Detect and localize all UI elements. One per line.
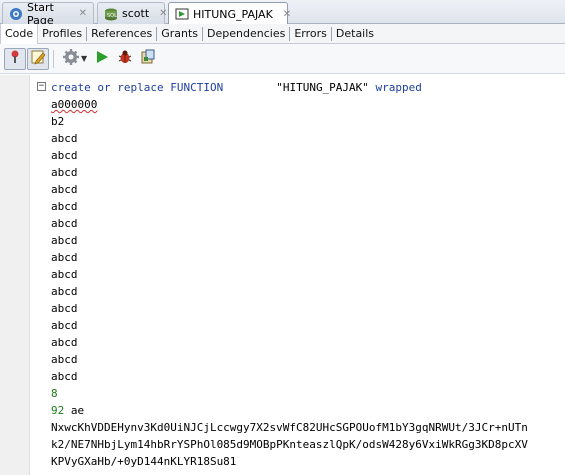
- code-line: abcd: [51, 166, 78, 179]
- compile-button[interactable]: [137, 48, 159, 70]
- code-number: 92: [51, 404, 65, 417]
- code-line: abcd: [51, 251, 78, 264]
- code-line: a000000: [51, 96, 528, 113]
- code-line: b2: [51, 115, 65, 128]
- fold-collapse-icon[interactable]: −: [37, 82, 46, 91]
- code-line: 92 ae: [51, 402, 528, 419]
- function-icon: [175, 7, 189, 21]
- code-line: abcd: [51, 217, 78, 230]
- svg-text:SQL: SQL: [107, 13, 117, 19]
- code-line: NxwcKhVDDEHynv3Kd0UiNJCjLccwgy7X2svWfC82…: [51, 421, 528, 434]
- code-line: abcd: [51, 268, 78, 281]
- edit-button[interactable]: [27, 47, 49, 70]
- pin-button[interactable]: [4, 47, 26, 70]
- keyword-wrapped: wrapped: [375, 81, 422, 94]
- code-line: abcd: [51, 319, 78, 332]
- keyword-function: FUNCTION: [170, 81, 224, 94]
- code-line: abcd: [51, 285, 78, 298]
- code-line: abcd: [51, 302, 78, 315]
- close-icon[interactable]: ✕: [283, 9, 291, 20]
- editor-toolbar: ▼: [0, 44, 565, 74]
- debug-icon: [117, 49, 133, 68]
- tab-dependencies[interactable]: Dependencies: [203, 24, 289, 44]
- tab-errors[interactable]: Errors: [290, 24, 331, 44]
- chevron-down-icon[interactable]: ▼: [81, 54, 87, 63]
- close-icon[interactable]: ✕: [79, 8, 87, 19]
- code-line-header: create or replace FUNCTION "HITUNG_PAJAK…: [51, 79, 528, 96]
- code-text: ae: [70, 404, 85, 417]
- toolbar-divider: [53, 49, 54, 68]
- run-button[interactable]: [91, 48, 113, 70]
- code-line: 8: [51, 387, 58, 400]
- code-line: abcd: [51, 370, 78, 383]
- sql-worksheet-icon: SQL: [104, 7, 118, 21]
- line-gutter: [0, 75, 30, 475]
- tab-label: scott: [122, 7, 150, 20]
- tab-scott[interactable]: SQL scott ✕: [97, 2, 168, 24]
- compile-icon: [140, 49, 156, 68]
- keyword-create: create: [51, 81, 91, 94]
- settings-button[interactable]: [60, 48, 82, 70]
- debug-button[interactable]: [114, 48, 136, 70]
- run-icon: [94, 49, 110, 68]
- tab-start-page[interactable]: Start Page ✕: [2, 1, 94, 27]
- tab-grants[interactable]: Grants: [157, 24, 202, 44]
- code-line: KPVyGXaHb/+0yD144nKLYR18Su81: [51, 455, 237, 468]
- tab-hitung-pajak[interactable]: HITUNG_PAJAK ✕: [168, 2, 291, 25]
- tab-label: HITUNG_PAJAK: [193, 7, 273, 21]
- code-line: abcd: [51, 149, 78, 162]
- tab-details[interactable]: Details: [332, 24, 378, 44]
- close-icon[interactable]: ✕: [159, 8, 167, 19]
- code-line: abcd: [51, 234, 78, 247]
- fold-column: [30, 75, 48, 475]
- code-line: abcd: [51, 132, 78, 145]
- pin-icon: [7, 49, 23, 68]
- keyword-replace: replace: [117, 81, 164, 94]
- code-line: abcd: [51, 200, 78, 213]
- tab-code[interactable]: Code: [0, 23, 39, 44]
- code-line: abcd: [51, 336, 78, 349]
- function-name: "HITUNG_PAJAK": [276, 81, 369, 94]
- code-editor[interactable]: − create or replace FUNCTION "HITUNG_PAJ…: [0, 75, 565, 475]
- gear-icon: [62, 48, 80, 69]
- code-line: abcd: [51, 183, 78, 196]
- keyword-or: or: [97, 81, 111, 94]
- code-text: a000000: [51, 98, 98, 111]
- document-tab-bar: Start Page ✕ SQL scott ✕ HITUNG_PAJAK ✕: [0, 0, 565, 27]
- start-page-icon: [9, 7, 23, 21]
- code-line: abcd: [51, 353, 78, 366]
- edit-icon: [30, 49, 46, 68]
- tab-profiles[interactable]: Profiles: [38, 24, 86, 44]
- code-line: k2/NE7NHbjLym14hbRrYSPhOl085d9MOBpPKntea…: [51, 438, 528, 451]
- tab-references[interactable]: References: [87, 24, 156, 44]
- editor-sub-tabs: Code Profiles References Grants Dependen…: [0, 23, 565, 44]
- code-content[interactable]: create or replace FUNCTION "HITUNG_PAJAK…: [51, 79, 528, 470]
